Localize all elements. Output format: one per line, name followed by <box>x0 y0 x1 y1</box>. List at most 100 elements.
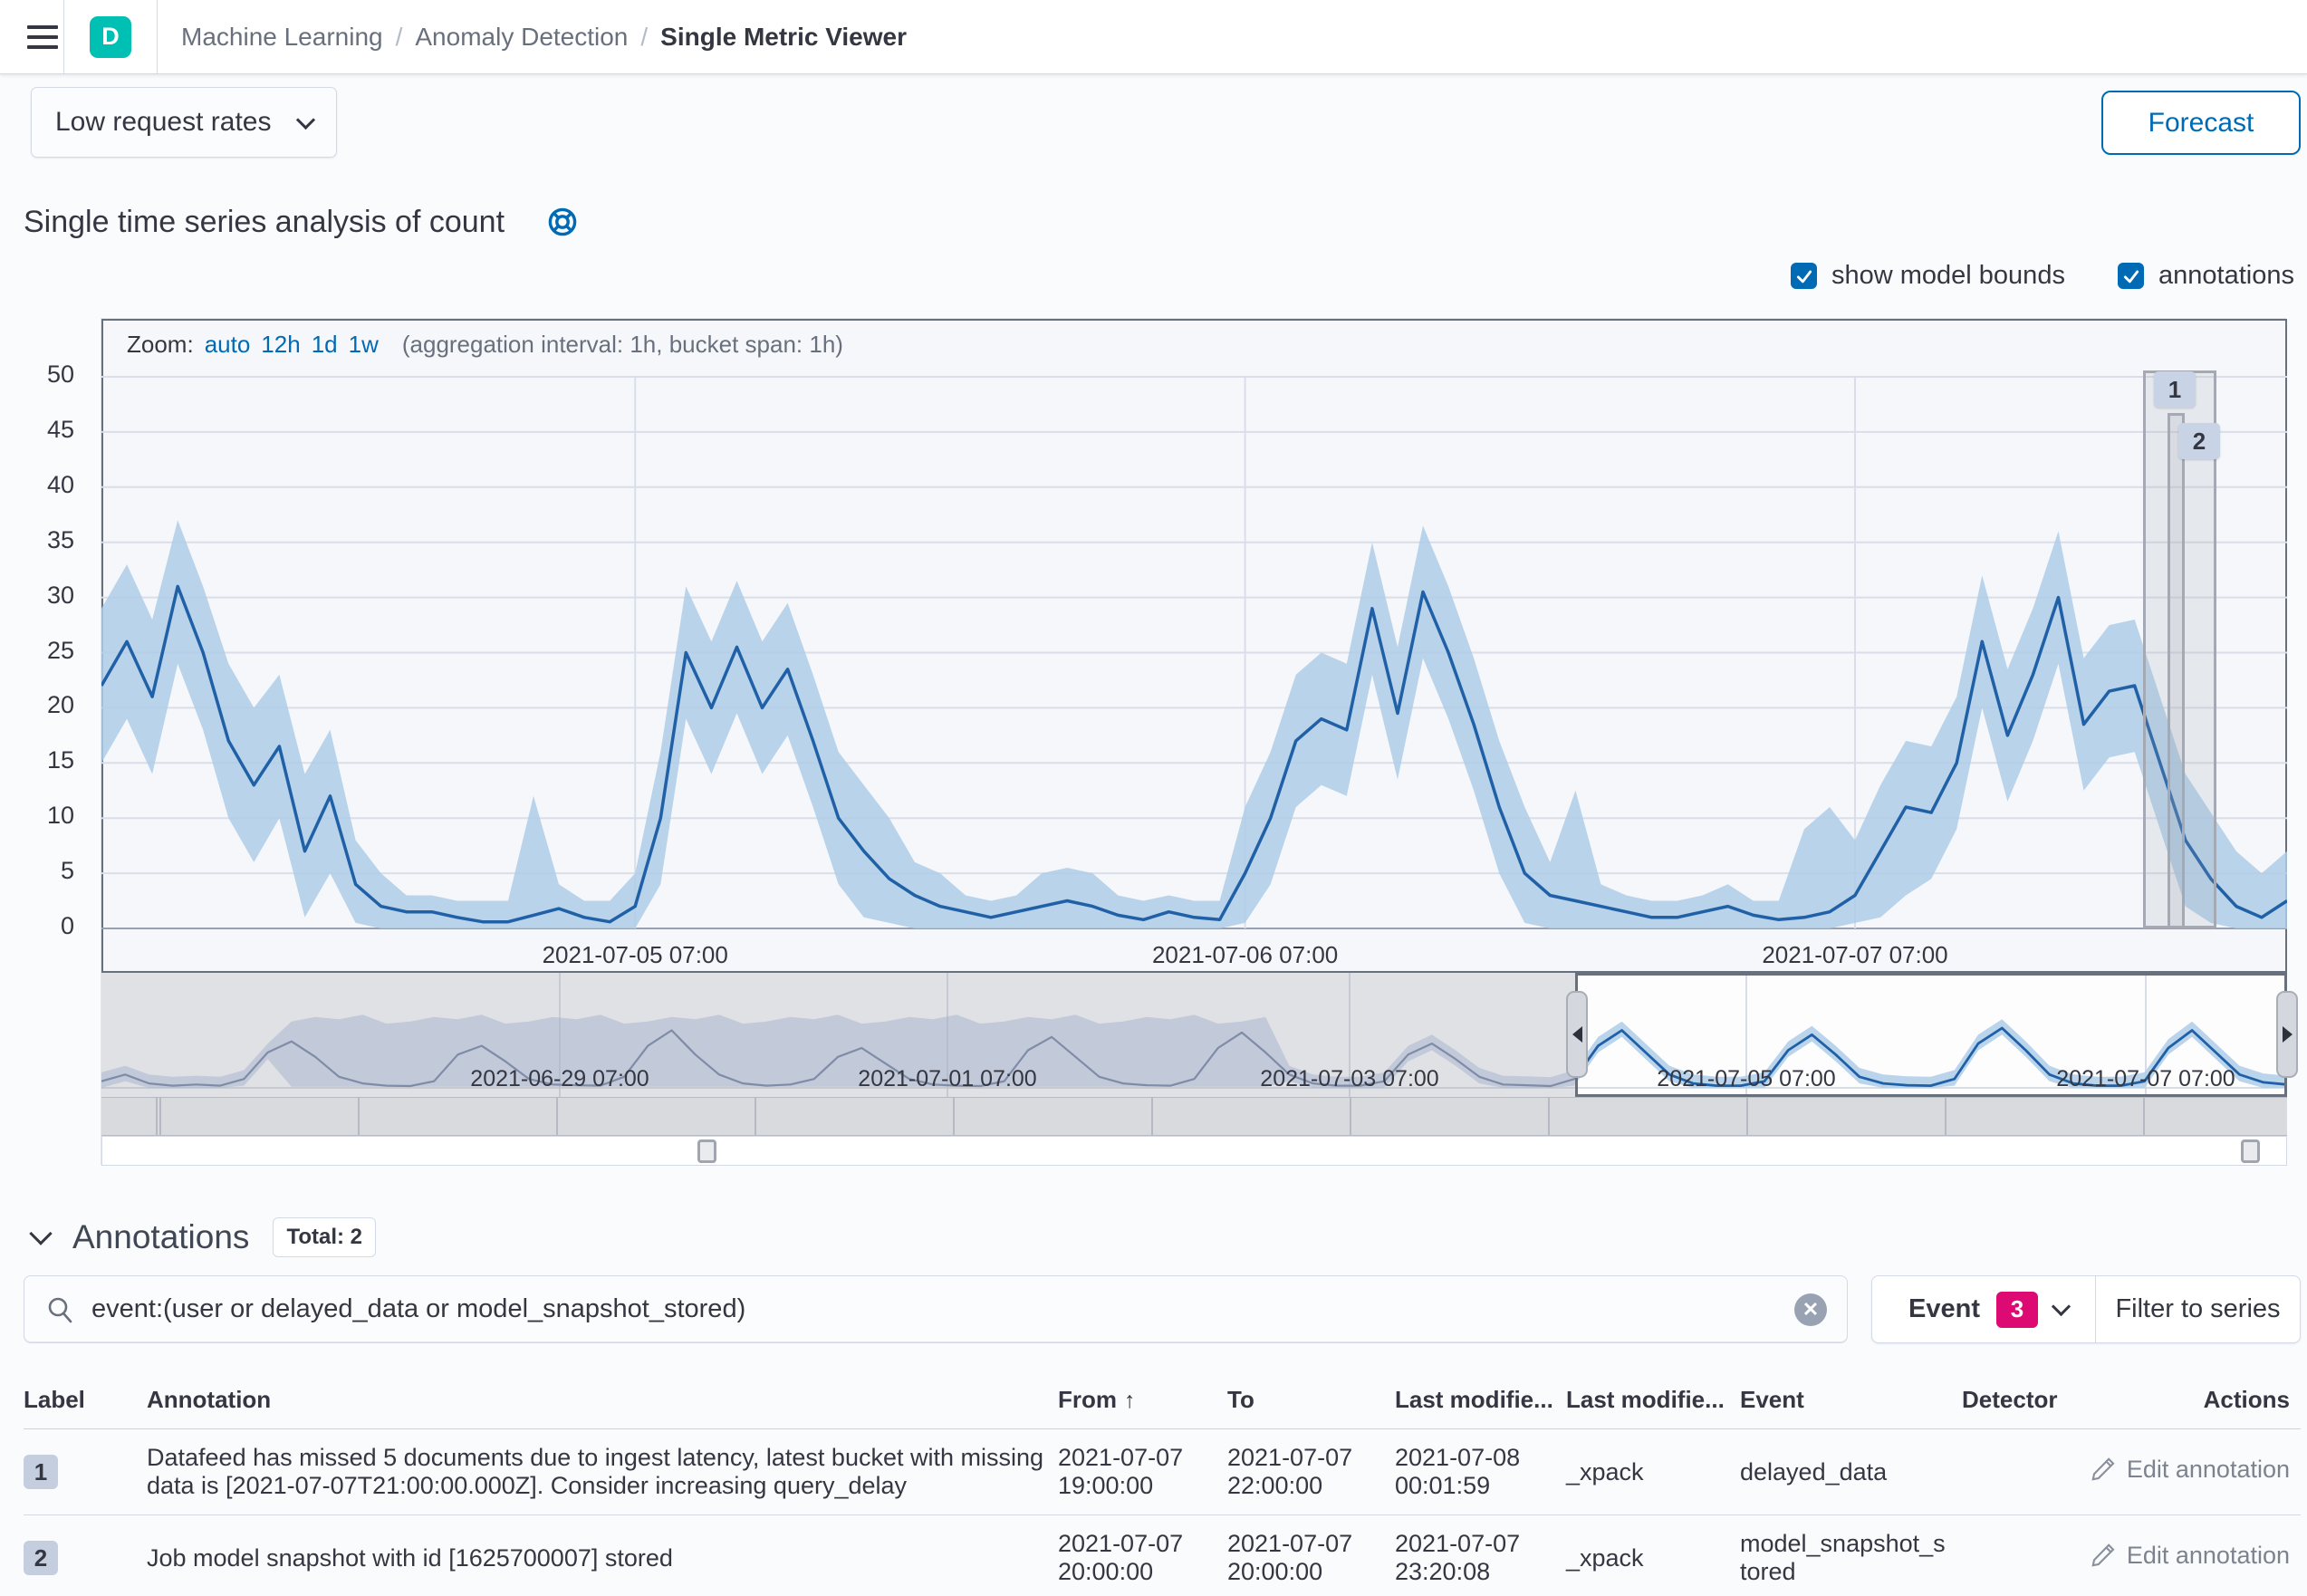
help-icon[interactable] <box>547 207 578 237</box>
zoom-link-1w[interactable]: 1w <box>349 331 379 359</box>
page-title: Single time series analysis of count <box>24 205 505 240</box>
edit-annotation-button[interactable]: Edit annotation <box>2091 1456 2290 1484</box>
table-header-last-modifie-[interactable]: Last modifie... <box>1566 1370 1740 1429</box>
annotations-checkbox[interactable]: annotations <box>2118 261 2294 291</box>
y-axis-tick-label: 30 <box>2 582 74 610</box>
forecast-button[interactable]: Forecast <box>2101 91 2301 155</box>
chart-zoom-controls: Zoom: auto 12h 1d 1w (aggregation interval:… <box>101 319 2287 370</box>
annotations-section-header: Annotations Total: 2 <box>33 1217 376 1257</box>
detector-cell <box>1962 1429 2083 1515</box>
to-cell: 2021-07-07 20:00:00 <box>1227 1515 1395 1596</box>
annotations-search-input[interactable] <box>75 1294 1794 1324</box>
x-axis-tick-label: 2021-07-07 07:00 <box>1762 941 1947 969</box>
show-model-bounds-checkbox[interactable]: show model bounds <box>1791 261 2065 291</box>
breadcrumb: Machine Learning / Anomaly Detection / S… <box>181 23 907 52</box>
y-axis: 50454035302520151050 <box>0 318 87 952</box>
brush-handle-right[interactable] <box>2276 991 2298 1078</box>
zoom-link-1d[interactable]: 1d <box>312 331 338 359</box>
timeline-handle-right[interactable] <box>2241 1139 2260 1163</box>
timeline-handle-left[interactable] <box>697 1139 716 1163</box>
collapse-chevron-icon[interactable] <box>29 1222 52 1245</box>
brush-handle-left[interactable] <box>1566 991 1588 1078</box>
table-header-detector[interactable]: Detector <box>1962 1370 2083 1429</box>
table-body: 1 Datafeed has missed 5 documents due to… <box>24 1429 2301 1596</box>
zoom-link-12h[interactable]: 12h <box>261 331 300 359</box>
from-cell: 2021-07-07 19:00:00 <box>1058 1429 1227 1515</box>
annotation-label-badge: 2 <box>24 1541 58 1575</box>
table-header-annotation[interactable]: Annotation <box>147 1370 1058 1429</box>
arrow-left-icon <box>1572 1026 1582 1043</box>
last-modified-date-cell: 2021-07-07 23:20:08 <box>1395 1515 1566 1596</box>
y-axis-tick-label: 20 <box>2 691 74 719</box>
from-cell: 2021-07-07 20:00:00 <box>1058 1515 1227 1596</box>
header-divider <box>157 0 158 74</box>
timeline-scroll-track[interactable] <box>101 1136 2287 1166</box>
y-axis-tick-label: 35 <box>2 526 74 554</box>
arrow-right-icon <box>2283 1026 2293 1043</box>
table-header-actions[interactable]: Actions <box>2083 1370 2301 1429</box>
annotations-search-bar: ✕ <box>24 1275 1848 1343</box>
detector-cell <box>1962 1515 2083 1596</box>
context-x-tick-label: 2021-06-29 07:00 <box>470 1066 649 1092</box>
detector-select-value: Low request rates <box>55 107 271 138</box>
checkbox-checked-icon <box>2118 263 2144 289</box>
breadcrumb-separator: / <box>396 23 403 52</box>
table-header-row: LabelAnnotationFrom↑ToLast modifie...Las… <box>24 1370 2301 1429</box>
y-axis-tick-label: 0 <box>2 912 74 940</box>
breadcrumb-machine-learning[interactable]: Machine Learning <box>181 23 383 52</box>
table-header-to[interactable]: To <box>1227 1370 1395 1429</box>
edit-annotation-label: Edit annotation <box>2127 1542 2290 1570</box>
filter-to-series-button[interactable]: Filter to series <box>2096 1276 2300 1342</box>
zoom-links: auto 12h 1d 1w <box>205 331 379 359</box>
y-axis-tick-label: 50 <box>2 361 74 389</box>
sort-ascending-icon: ↑ <box>1124 1388 1136 1413</box>
y-axis-tick-label: 10 <box>2 802 74 830</box>
context-x-tick-label: 2021-07-07 07:00 <box>2056 1066 2235 1092</box>
event-filter-label: Event <box>1908 1294 1980 1324</box>
zoom-link-auto[interactable]: auto <box>205 331 251 359</box>
menu-hamburger-icon[interactable] <box>0 0 63 74</box>
checkbox-checked-icon <box>1791 263 1817 289</box>
context-x-tick-label: 2021-07-01 07:00 <box>858 1066 1036 1092</box>
main-chart-plot[interactable] <box>101 370 2287 932</box>
last-modified-date-cell: 2021-07-08 00:01:59 <box>1395 1429 1566 1515</box>
table-header-label[interactable]: Label <box>24 1370 147 1429</box>
annotations-table: LabelAnnotationFrom↑ToLast modifie...Las… <box>24 1370 2301 1596</box>
show-model-bounds-label: show model bounds <box>1831 261 2065 291</box>
context-x-tick-label: 2021-07-03 07:00 <box>1260 1066 1438 1092</box>
annotation-band-2[interactable] <box>2168 413 2185 928</box>
x-axis-tick-label: 2021-07-06 07:00 <box>1152 941 1338 969</box>
annotation-marker-chip-2[interactable]: 2 <box>2178 423 2220 459</box>
event-cell: delayed_data <box>1740 1429 1962 1515</box>
time-series-chart: Zoom: auto 12h 1d 1w (aggregation interval:… <box>101 318 2286 1165</box>
breadcrumb-anomaly-detection[interactable]: Anomaly Detection <box>415 23 628 52</box>
annotation-label-badge: 1 <box>24 1455 58 1489</box>
aggregation-note: (aggregation interval: 1h, bucket span: … <box>402 331 843 359</box>
zoom-label: Zoom: <box>127 331 194 359</box>
search-icon <box>46 1295 75 1324</box>
annotation-marker-chip-1[interactable]: 1 <box>2154 371 2196 408</box>
edit-annotation-button[interactable]: Edit annotation <box>2091 1542 2290 1570</box>
breadcrumb-separator: / <box>640 23 648 52</box>
y-axis-tick-label: 5 <box>2 857 74 885</box>
y-axis-tick-label: 40 <box>2 471 74 499</box>
clear-search-icon[interactable]: ✕ <box>1794 1293 1827 1326</box>
table-header-last-modifie-[interactable]: Last modifie... <box>1395 1370 1566 1429</box>
last-modified-by-cell: _xpack <box>1566 1515 1740 1596</box>
annotations-total-badge: Total: 2 <box>273 1217 376 1257</box>
table-header-event[interactable]: Event <box>1740 1370 1962 1429</box>
context-swimlane[interactable] <box>101 1097 2287 1136</box>
annotation-text-cell: Datafeed has missed 5 documents due to i… <box>147 1429 1058 1515</box>
table-header-from[interactable]: From↑ <box>1058 1370 1227 1429</box>
chevron-down-icon <box>2052 1297 2071 1316</box>
annotations-filter-panel: Event 3 Filter to series <box>1871 1275 2301 1343</box>
annotations-section-title: Annotations <box>72 1218 249 1256</box>
last-modified-by-cell: _xpack <box>1566 1429 1740 1515</box>
top-navigation-bar: D Machine Learning / Anomaly Detection /… <box>0 0 2307 74</box>
edit-annotation-label: Edit annotation <box>2127 1456 2290 1484</box>
event-filter-dropdown[interactable]: Event 3 <box>1872 1276 2095 1342</box>
event-cell: model_snapshot_stored <box>1740 1515 1962 1596</box>
single-metric-viewer-page: D Machine Learning / Anomaly Detection /… <box>0 0 2307 1596</box>
detector-select-dropdown[interactable]: Low request rates <box>31 87 337 158</box>
deployment-badge[interactable]: D <box>90 16 131 58</box>
